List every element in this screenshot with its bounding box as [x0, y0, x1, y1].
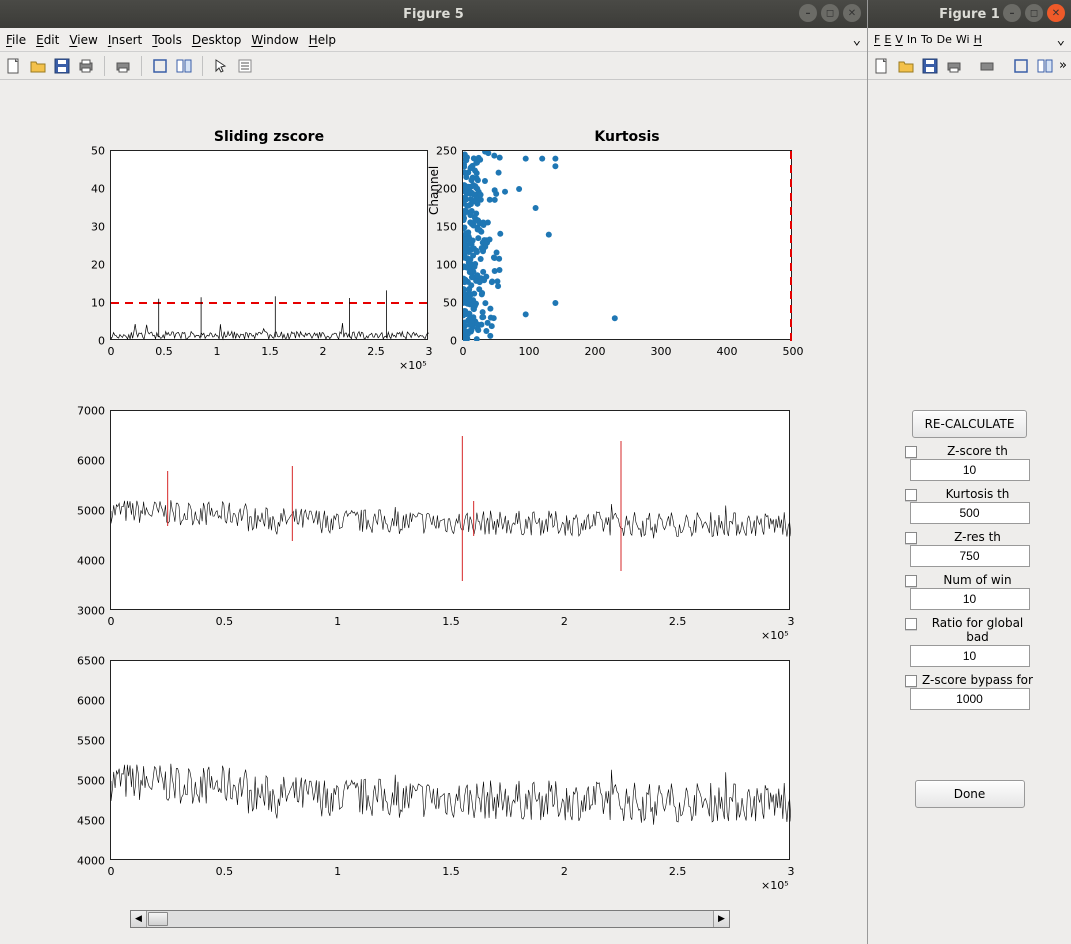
legend-icon[interactable] [235, 56, 255, 76]
done-button[interactable]: Done [915, 780, 1025, 808]
close-icon[interactable]: ✕ [843, 4, 861, 22]
menubar-fig5: File Edit View Insert Tools Desktop Wind… [0, 28, 867, 52]
toolbar-overflow-icon[interactable]: » [1059, 58, 1067, 73]
param-input-ratio-global-bad[interactable] [910, 645, 1030, 667]
menu-file[interactable]: F [874, 33, 880, 46]
layout-icon[interactable] [174, 56, 194, 76]
checkbox[interactable] [905, 575, 917, 587]
menu-overflow-icon[interactable]: ⌄ [853, 32, 861, 48]
menu-insert[interactable]: In [907, 33, 917, 46]
controls-panel: RE-CALCULATE Z-score th Kurtosis th Z-re… [868, 80, 1071, 944]
save-icon[interactable] [920, 56, 940, 76]
recalculate-button[interactable]: RE-CALCULATE [912, 410, 1028, 438]
window-title: Figure 5 [403, 7, 464, 22]
menu-tools[interactable]: Tools [152, 33, 182, 47]
axes-trace-clean: 00.511.522.53×10⁵40004500500055006000650… [110, 660, 790, 860]
menu-file[interactable]: File [6, 33, 26, 47]
menu-insert[interactable]: Insert [108, 33, 142, 47]
param-label: Kurtosis th [921, 487, 1035, 501]
slider-track[interactable] [147, 911, 713, 927]
menu-window[interactable]: Wi [956, 33, 970, 46]
param-label: Z-res th [921, 530, 1035, 544]
print-icon[interactable] [944, 56, 964, 76]
checkbox[interactable] [905, 618, 917, 630]
dock-icon[interactable] [150, 56, 170, 76]
param-label: Ratio for global bad [921, 616, 1035, 644]
param-label: Num of win [921, 573, 1035, 587]
param-input-zscore-bypass[interactable] [910, 688, 1030, 710]
checkbox[interactable] [905, 532, 917, 544]
print-icon[interactable] [76, 56, 96, 76]
param-input-num-win[interactable] [910, 588, 1030, 610]
slider-left-arrow-icon[interactable]: ◀ [131, 911, 147, 927]
checkbox[interactable] [905, 489, 917, 501]
pointer-icon[interactable] [211, 56, 231, 76]
menu-overflow-icon[interactable]: ⌄ [1057, 32, 1065, 48]
axes-sliding-zscore: Sliding zscore 00.511.522.53×10⁵01020304… [110, 150, 428, 340]
window-title: Figure 1 [939, 7, 1000, 22]
titlebar-fig1[interactable]: Figure 1 – ◻ ✕ [868, 0, 1071, 28]
param-label: Z-score bypass for [921, 673, 1035, 687]
checkbox[interactable] [905, 446, 917, 458]
print-preview-icon[interactable] [113, 56, 133, 76]
menu-window[interactable]: Window [251, 33, 298, 47]
menu-edit[interactable]: E [884, 33, 891, 46]
maximize-icon[interactable]: ◻ [821, 4, 839, 22]
menu-view[interactable]: View [69, 33, 97, 47]
axes-kurtosis: Kurtosis Channel 01002003004005000501001… [462, 150, 792, 340]
layout-icon[interactable] [1035, 56, 1055, 76]
param-zscore-bypass: Z-score bypass for [905, 673, 1035, 710]
param-ratio-global-bad: Ratio for global bad [905, 616, 1035, 667]
figure1-window: Figure 1 – ◻ ✕ F E V In To De Wi H ⌄ » R… [867, 0, 1071, 944]
menu-desktop[interactable]: De [937, 33, 952, 46]
chart-title: Sliding zscore [111, 129, 427, 145]
checkbox[interactable] [905, 675, 917, 687]
menubar-fig1: F E V In To De Wi H ⌄ [868, 28, 1071, 52]
param-input-zres-th[interactable] [910, 545, 1030, 567]
param-label: Z-score th [921, 444, 1035, 458]
param-zres-th: Z-res th [905, 530, 1035, 567]
figure-canvas: Sliding zscore 00.511.522.53×10⁵01020304… [0, 80, 867, 944]
param-zscore-th: Z-score th [905, 444, 1035, 481]
maximize-icon[interactable]: ◻ [1025, 4, 1043, 22]
menu-help[interactable]: Help [309, 33, 336, 47]
new-file-icon[interactable] [4, 56, 24, 76]
new-file-icon[interactable] [872, 56, 892, 76]
menu-view[interactable]: V [895, 33, 903, 46]
param-num-win: Num of win [905, 573, 1035, 610]
param-input-zscore-th[interactable] [910, 459, 1030, 481]
close-icon[interactable]: ✕ [1047, 4, 1065, 22]
dock-icon[interactable] [1011, 56, 1031, 76]
param-input-kurtosis-th[interactable] [910, 502, 1030, 524]
toolbar-fig1: » [868, 52, 1071, 80]
save-icon[interactable] [52, 56, 72, 76]
minimize-icon[interactable]: – [1003, 4, 1021, 22]
slider-thumb[interactable] [148, 912, 168, 926]
menu-desktop[interactable]: Desktop [192, 33, 242, 47]
toolbar-fig5 [0, 52, 867, 80]
figure5-window: Figure 5 – ◻ ✕ File Edit View Insert Too… [0, 0, 867, 944]
open-file-icon[interactable] [28, 56, 48, 76]
minimize-icon[interactable]: – [799, 4, 817, 22]
open-file-icon[interactable] [896, 56, 916, 76]
param-kurtosis-th: Kurtosis th [905, 487, 1035, 524]
menu-tools[interactable]: To [921, 33, 933, 46]
axes-trace-flagged: 00.511.522.53×10⁵30004000500060007000 [110, 410, 790, 610]
menu-help[interactable]: H [974, 33, 982, 46]
menu-edit[interactable]: Edit [36, 33, 59, 47]
chart-title: Kurtosis [463, 129, 791, 145]
slider-right-arrow-icon[interactable]: ▶ [713, 911, 729, 927]
channel-slider[interactable]: ◀ ▶ [130, 910, 730, 928]
titlebar-fig5[interactable]: Figure 5 – ◻ ✕ [0, 0, 867, 28]
print-preview-icon[interactable] [977, 56, 997, 76]
